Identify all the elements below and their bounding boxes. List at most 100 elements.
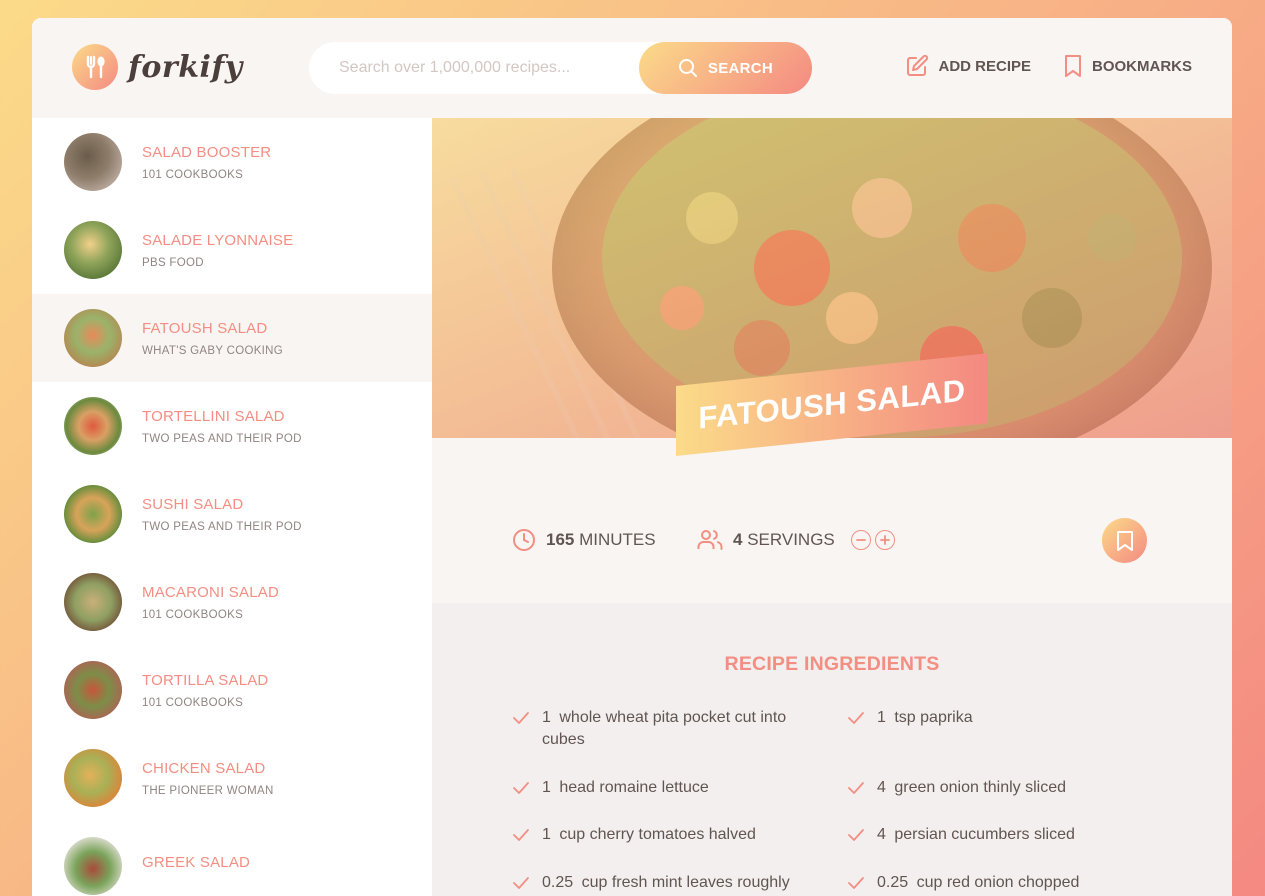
result-item[interactable]: TORTILLA SALAD 101 COOKBOOKS (32, 646, 432, 734)
result-title: MACARONI SALAD (142, 583, 279, 601)
ingredient-description: head romaine lettuce (559, 779, 709, 796)
ingredient-item: 1 tsp paprika (847, 707, 1137, 777)
result-item[interactable]: CHICKEN SALAD THE PIONEER WOMAN (32, 734, 432, 822)
result-item[interactable]: GREEK SALAD (32, 822, 432, 896)
minus-icon (855, 539, 866, 541)
result-title: TORTELLINI SALAD (142, 407, 285, 425)
header: forkify SEARCH ADD RECIPE (32, 18, 1232, 118)
result-title: TORTILLA SALAD (142, 671, 269, 689)
result-item[interactable]: TORTELLINI SALAD TWO PEAS AND THEIR POD (32, 382, 432, 470)
search-results: SALAD BOOSTER 101 COOKBOOKS SALADE LYONN… (32, 118, 432, 896)
ingredient-quantity: 1 (542, 826, 551, 843)
result-item[interactable]: SALAD BOOSTER 101 COOKBOOKS (32, 118, 432, 206)
result-item-active[interactable]: FATOUSH SALAD WHAT'S GABY COOKING (32, 294, 432, 382)
result-title: CHICKEN SALAD (142, 759, 266, 777)
ingredient-item: 0.25 cup red onion chopped (847, 872, 1137, 896)
result-image (64, 221, 122, 279)
check-icon (847, 872, 877, 896)
edit-icon (907, 54, 929, 76)
result-image (64, 133, 122, 191)
ingredient-quantity: 0.25 (877, 874, 909, 891)
result-item[interactable]: SUSHI SALAD TWO PEAS AND THEIR POD (32, 470, 432, 558)
check-icon (847, 777, 877, 824)
ingredients-section: RECIPE INGREDIENTS 1 whole wheat pita po… (432, 603, 1232, 896)
servings-label: SERVINGS (747, 530, 835, 549)
users-icon (697, 530, 723, 550)
logo[interactable]: forkify (72, 44, 243, 90)
nav: ADD RECIPE BOOKMARKS (905, 54, 1192, 78)
search-input[interactable] (339, 59, 659, 77)
ingredient-quantity: 1 (542, 709, 551, 726)
ingredient-item: 0.25 cup fresh mint leaves roughly (512, 872, 802, 896)
increase-servings-button[interactable] (874, 530, 895, 550)
recipe-time: 165 MINUTES (512, 528, 656, 552)
ingredient-description: cup fresh mint leaves roughly (581, 874, 790, 891)
result-image (64, 837, 122, 895)
result-publisher: TWO PEAS AND THEIR POD (142, 520, 302, 533)
search-icon (678, 59, 697, 77)
ingredients-column-left: 1 whole wheat pita pocket cut into cubes… (512, 707, 802, 896)
ingredient-quantity: 4 (877, 779, 886, 796)
ingredient-quantity: 0.25 (542, 874, 574, 891)
ingredient-description: cup red onion chopped (916, 874, 1080, 891)
ingredient-description: tsp paprika (894, 709, 973, 726)
result-publisher: 101 COOKBOOKS (142, 696, 244, 709)
ingredient-quantity: 4 (877, 826, 886, 843)
recipe-view: FATOUSH SALAD 165 MINUTES 4 SERVINGS REC… (432, 118, 1232, 896)
search-button[interactable]: SEARCH (639, 42, 812, 94)
search-bar: SEARCH (309, 42, 812, 94)
ingredients-column-right: 1 tsp paprika 4 green onion thinly slice… (847, 707, 1137, 896)
servings-value: 4 (733, 530, 743, 549)
result-image (64, 749, 122, 807)
result-publisher: THE PIONEER WOMAN (142, 784, 274, 797)
ingredient-quantity: 1 (877, 709, 886, 726)
ingredient-item: 4 green onion thinly sliced (847, 777, 1137, 824)
ingredient-description: whole wheat pita pocket cut into cubes (542, 709, 787, 748)
bookmark-icon (1116, 530, 1133, 551)
ingredient-quantity: 1 (542, 779, 551, 796)
check-icon (512, 777, 542, 824)
result-publisher: WHAT'S GABY COOKING (142, 344, 284, 357)
bookmark-recipe-button[interactable] (1102, 518, 1147, 563)
ingredient-description: persian cucumbers sliced (894, 826, 1075, 843)
ingredient-item: 1 cup cherry tomatoes halved (512, 824, 802, 872)
app-window: forkify SEARCH ADD RECIPE (32, 18, 1232, 896)
minutes-value: 165 (546, 530, 575, 549)
result-image (64, 661, 122, 719)
bookmarks-label: BOOKMARKS (1092, 57, 1192, 75)
result-title: SALAD BOOSTER (142, 143, 272, 161)
bookmarks-button[interactable]: BOOKMARKS (1063, 54, 1192, 78)
result-image (64, 309, 122, 367)
result-item[interactable]: SALADE LYONNAISE PBS FOOD (32, 206, 432, 294)
recipe-details: 165 MINUTES 4 SERVINGS (432, 438, 1232, 603)
bookmark-icon (1065, 55, 1081, 77)
ingredient-description: cup cherry tomatoes halved (559, 826, 756, 843)
add-recipe-label: ADD RECIPE (938, 57, 1031, 75)
check-icon (847, 707, 877, 777)
ingredient-item: 1 head romaine lettuce (512, 777, 802, 824)
result-image (64, 485, 122, 543)
result-publisher: 101 COOKBOOKS (142, 608, 244, 621)
ingredient-description: green onion thinly sliced (894, 779, 1067, 796)
logo-text: forkify (128, 49, 243, 85)
result-item[interactable]: MACARONI SALAD 101 COOKBOOKS (32, 558, 432, 646)
fork-spoon-icon (72, 44, 118, 90)
ingredients-title: RECIPE INGREDIENTS (724, 653, 940, 675)
recipe-title: FATOUSH SALAD (698, 372, 966, 436)
decrease-servings-button[interactable] (850, 530, 871, 550)
result-title: GREEK SALAD (142, 853, 251, 871)
result-publisher: TWO PEAS AND THEIR POD (142, 432, 302, 445)
add-recipe-button[interactable]: ADD RECIPE (905, 54, 1031, 78)
result-title: FATOUSH SALAD (142, 319, 268, 337)
result-title: SUSHI SALAD (142, 495, 244, 513)
result-publisher: 101 COOKBOOKS (142, 168, 244, 181)
ingredient-item: 1 whole wheat pita pocket cut into cubes (512, 707, 802, 777)
clock-icon (513, 529, 535, 551)
ingredient-item: 4 persian cucumbers sliced (847, 824, 1137, 872)
result-title: SALADE LYONNAISE (142, 231, 294, 249)
check-icon (512, 707, 542, 777)
check-icon (512, 824, 542, 872)
result-publisher: PBS FOOD (142, 256, 204, 269)
minutes-label: MINUTES (579, 530, 656, 549)
recipe-servings: 4 SERVINGS (697, 528, 895, 552)
